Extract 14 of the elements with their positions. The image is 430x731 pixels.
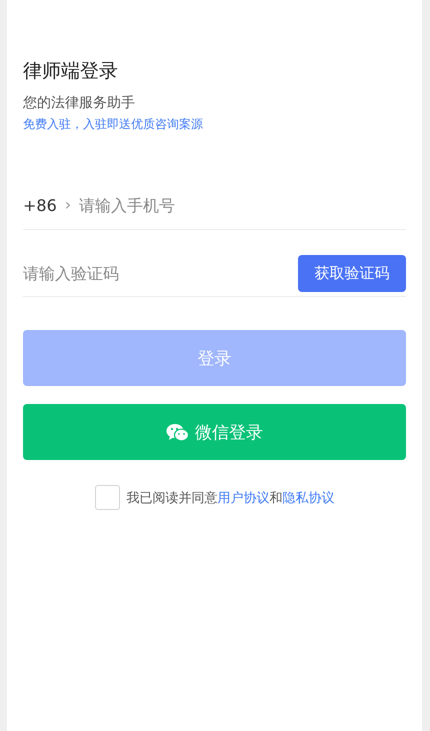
page-title: 律师端登录 bbox=[23, 59, 118, 84]
subtitle: 您的法律服务助手 bbox=[23, 94, 135, 112]
phone-input[interactable]: 请输入手机号 bbox=[79, 191, 406, 219]
code-input[interactable]: 请输入验证码 bbox=[23, 259, 298, 287]
get-code-button[interactable]: 获取验证码 bbox=[298, 254, 406, 292]
wechat-login-button[interactable]: 微信登录 bbox=[23, 404, 406, 460]
chat-bubbles-icon bbox=[166, 422, 189, 442]
agree-checkbox[interactable] bbox=[94, 485, 120, 510]
chevron-icon: › bbox=[64, 194, 72, 214]
agreement-text: 我已阅读并同意用户协议和隐私协议 bbox=[126, 490, 334, 506]
promo-text: 免费入驻，入驻即送优质咨询案源 bbox=[23, 116, 203, 133]
country-code[interactable]: +86 bbox=[23, 196, 57, 214]
privacy-agreement-link[interactable]: 隐私协议 bbox=[282, 490, 334, 506]
user-agreement-link[interactable]: 用户协议 bbox=[218, 490, 270, 506]
